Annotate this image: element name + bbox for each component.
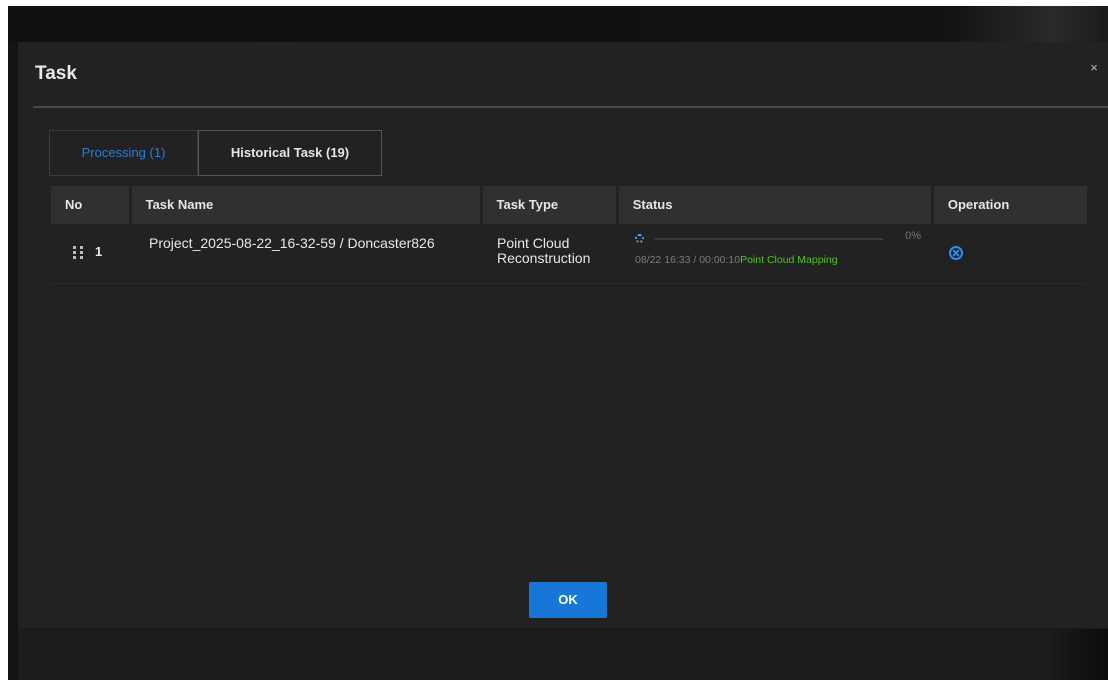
cancel-circle-icon[interactable]	[949, 246, 963, 260]
progress-percent: 0%	[905, 230, 921, 242]
title-divider	[33, 106, 1108, 108]
task-dialog: Task × Processing (1) Historical Task (1…	[18, 42, 1108, 680]
cell-task-name: Project_2025-08-22_16-32-59 / Doncaster8…	[129, 224, 479, 283]
progress-bar	[655, 238, 883, 240]
tab-historical-task[interactable]: Historical Task (19)	[198, 130, 382, 176]
header-operation: Operation	[933, 186, 1087, 224]
table-header: No Task Name Task Type Status Operation	[51, 186, 1087, 224]
cell-task-type: Point Cloud Reconstruction	[479, 224, 613, 283]
task-name: Project_2025-08-22_16-32-59 / Doncaster8…	[149, 235, 435, 251]
row-number: 1	[95, 244, 103, 259]
header-status: Status	[618, 186, 931, 224]
task-type: Point Cloud Reconstruction	[497, 235, 591, 266]
dialog-title: Task	[35, 63, 77, 84]
window-top-bar	[8, 6, 1108, 42]
task-tabs: Processing (1) Historical Task (19)	[49, 130, 382, 176]
header-task-name: Task Name	[131, 186, 480, 224]
table-row[interactable]: 1 Project_2025-08-22_16-32-59 / Doncaste…	[51, 224, 1087, 284]
window-backdrop: Task × Processing (1) Historical Task (1…	[8, 6, 1108, 680]
tab-processing[interactable]: Processing (1)	[49, 130, 198, 176]
header-no: No	[51, 186, 129, 224]
task-table: No Task Name Task Type Status Operation …	[51, 186, 1087, 284]
status-time: 08/22 16:33 / 00:00:10Point Cloud Mappin…	[635, 254, 838, 266]
status-stage: Point Cloud Mapping	[740, 254, 838, 266]
ok-button[interactable]: OK	[529, 582, 607, 618]
loading-spinner-icon	[635, 234, 644, 243]
header-task-type: Task Type	[482, 186, 616, 224]
cell-no: 1	[51, 224, 129, 283]
status-time-text: 08/22 16:33 / 00:00:10	[635, 254, 741, 266]
drag-handle-icon[interactable]	[73, 246, 85, 260]
cell-status: 0% 08/22 16:33 / 00:00:10Point Cloud Map…	[613, 224, 927, 283]
dialog-footer-shade	[18, 628, 1108, 680]
close-icon[interactable]: ×	[1086, 60, 1102, 76]
cell-operation	[927, 224, 1081, 283]
